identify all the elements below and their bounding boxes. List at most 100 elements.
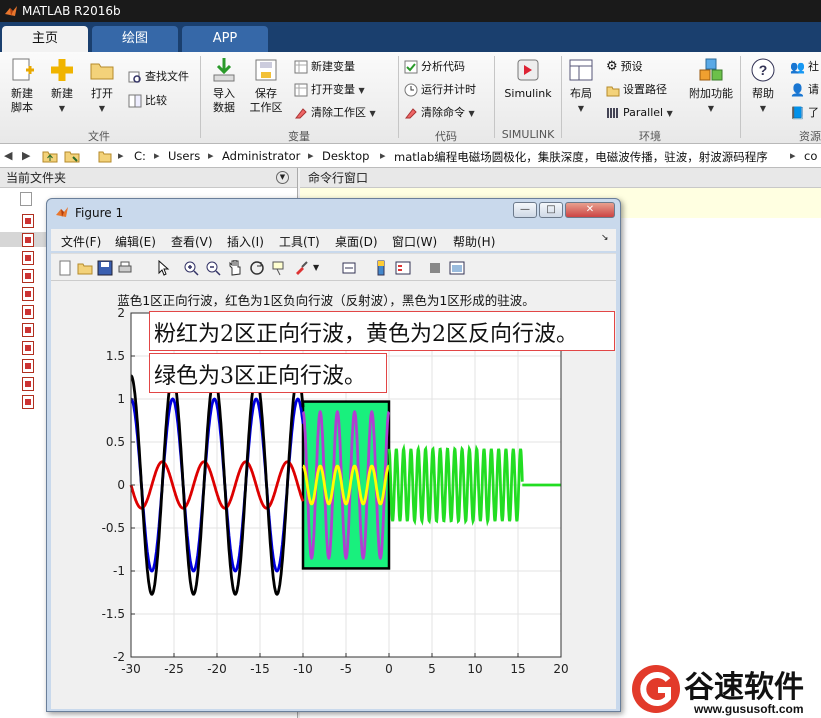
simulink-label: Simulink xyxy=(504,87,552,100)
new-variable-button[interactable]: 新建变量 xyxy=(294,58,355,76)
open-file-icon[interactable] xyxy=(77,260,93,276)
m-file-icon[interactable] xyxy=(22,341,34,355)
save-icon[interactable] xyxy=(97,260,113,276)
forward-arrow-icon[interactable]: ▶ xyxy=(22,149,30,162)
set-path-button[interactable]: 设置路径 xyxy=(606,81,667,99)
figure-menubar: 文件(F) 编辑(E) 查看(V) 插入(I) 工具(T) 桌面(D) 窗口(W… xyxy=(51,229,616,251)
menu-tools[interactable]: 工具(T) xyxy=(279,233,320,250)
clear-workspace-icon xyxy=(294,108,307,119)
m-file-icon[interactable] xyxy=(22,359,34,373)
current-folder-header: 当前文件夹 ▼ xyxy=(0,168,297,188)
m-file-icon[interactable] xyxy=(22,269,34,283)
import-data-button[interactable]: 导入 数据 xyxy=(204,56,244,115)
zoom-in-icon[interactable] xyxy=(183,260,199,276)
run-and-time-button[interactable]: 运行并计时 xyxy=(404,81,476,99)
back-arrow-icon[interactable]: ◀ xyxy=(4,149,12,162)
tab-plots[interactable]: 绘图 xyxy=(92,26,178,52)
save-workspace-button[interactable]: 保存 工作区 xyxy=(246,56,286,115)
browse-folder-icon[interactable] xyxy=(64,148,80,164)
m-file-icon[interactable] xyxy=(22,377,34,391)
annotation-box-2[interactable]: 绿色为3区正向行波。 xyxy=(149,353,387,393)
open-button[interactable]: 打开 ▼ xyxy=(84,56,120,116)
panel-menu-icon[interactable]: ▼ xyxy=(276,171,289,184)
m-file-icon[interactable] xyxy=(22,395,34,409)
m-file-icon[interactable] xyxy=(22,214,34,228)
parallel-button[interactable]: Parallel ▼ xyxy=(606,104,673,122)
close-button[interactable]: ✕ xyxy=(565,202,615,218)
chevron-down-icon[interactable]: ▼ xyxy=(313,260,329,276)
group-label-file: 文件 xyxy=(88,130,110,143)
figure-canvas[interactable]: -30 -25 -20 -15 -10 -5 0 5 10 15 20 -2 -1.5 -1 -0.5 0 0.… xyxy=(51,281,616,709)
m-file-icon[interactable] xyxy=(22,323,34,337)
analyze-code-button[interactable]: 分析代码 xyxy=(404,58,465,76)
menu-desktop[interactable]: 桌面(D) xyxy=(335,233,378,250)
y-tick-label: -2 xyxy=(113,650,125,664)
link-icon[interactable] xyxy=(341,260,357,276)
addons-button[interactable]: 附加功能 ▼ xyxy=(686,56,736,116)
chevron-down-icon: ▼ xyxy=(358,86,365,95)
current-folder-title: 当前文件夹 xyxy=(6,171,67,185)
open-variable-button[interactable]: 打开变量 ▼ xyxy=(294,81,365,99)
addons-cubes-icon xyxy=(699,58,723,81)
tab-home[interactable]: 主页 xyxy=(2,26,88,52)
path-segment[interactable]: C: xyxy=(134,149,146,163)
pan-icon[interactable] xyxy=(227,260,243,276)
layout-button[interactable]: 布局 ▼ xyxy=(564,56,598,116)
maximize-button[interactable]: □ xyxy=(539,202,563,218)
chevron-down-icon: ▼ xyxy=(58,104,66,113)
rotate-icon[interactable] xyxy=(249,260,265,276)
figure-window[interactable]: Figure 1 — □ ✕ 文件(F) 编辑(E) 查看(V) 插入(I) 工… xyxy=(46,198,621,712)
minimize-button[interactable]: — xyxy=(513,202,537,218)
menu-window[interactable]: 窗口(W) xyxy=(392,233,437,250)
x-tick-label: 15 xyxy=(510,662,525,676)
menu-insert[interactable]: 插入(I) xyxy=(227,233,264,250)
clear-workspace-button[interactable]: 清除工作区 ▼ xyxy=(294,104,376,122)
clear-commands-button[interactable]: 清除命令 ▼ xyxy=(404,104,475,122)
menu-help[interactable]: 帮助(H) xyxy=(453,233,495,250)
path-segment[interactable]: Administrator xyxy=(222,149,300,163)
new-script-button[interactable]: 新建 脚本 xyxy=(4,56,40,115)
parent-folder-icon[interactable] xyxy=(20,192,32,206)
menu-file[interactable]: 文件(F) xyxy=(61,233,101,250)
dock-arrow-icon[interactable]: ↘ xyxy=(601,233,609,243)
new-script-label-2: 脚本 xyxy=(11,101,33,114)
path-segment[interactable]: matlab编程电磁场圆极化，集肤深度，电磁波传播，驻波，射波源码程序 xyxy=(394,149,768,165)
m-file-icon[interactable] xyxy=(22,305,34,319)
data-cursor-icon[interactable] xyxy=(271,260,287,276)
dock-icon[interactable] xyxy=(449,260,465,276)
support-icon: 👤 xyxy=(790,83,805,97)
brush-icon[interactable] xyxy=(293,260,309,276)
learn-matlab-button[interactable]: 📘 了 xyxy=(790,104,819,122)
simulink-button[interactable]: Simulink xyxy=(500,56,556,101)
print-icon[interactable] xyxy=(117,260,133,276)
menu-edit[interactable]: 编辑(E) xyxy=(115,233,156,250)
book-icon: 📘 xyxy=(790,106,805,120)
colorbar-icon[interactable] xyxy=(373,260,389,276)
m-file-icon[interactable] xyxy=(22,251,34,265)
find-files-button[interactable]: 查找文件 xyxy=(128,68,189,86)
layout-label: 布局 xyxy=(570,87,592,100)
m-file-icon[interactable] xyxy=(22,233,34,247)
path-segment[interactable]: co xyxy=(804,149,817,163)
menu-view[interactable]: 查看(V) xyxy=(171,233,213,250)
up-folder-icon[interactable] xyxy=(42,148,58,164)
chevron-down-icon: ▼ xyxy=(369,109,376,118)
zoom-out-icon[interactable] xyxy=(205,260,221,276)
m-file-icon[interactable] xyxy=(22,287,34,301)
community-button[interactable]: 👥 社 xyxy=(790,58,819,76)
new-script-icon xyxy=(12,58,34,81)
path-segment[interactable]: Users xyxy=(168,149,200,163)
new-button[interactable]: 新建 ▼ xyxy=(44,56,80,116)
tab-apps[interactable]: APP xyxy=(182,26,268,52)
address-bar: ◀ ▶ ▸ C: ▸ Users ▸ Administrator ▸ Deskt… xyxy=(0,144,821,168)
compare-button[interactable]: 比较 xyxy=(128,92,167,110)
new-figure-icon[interactable] xyxy=(57,260,73,276)
annotation-box-1[interactable]: 粉红为2区正向行波，黄色为2区反向行波。 xyxy=(149,311,615,351)
help-button[interactable]: ? 帮助 ▼ xyxy=(746,56,780,116)
preferences-button[interactable]: ⚙ 预设 xyxy=(606,58,643,76)
legend-icon[interactable] xyxy=(395,260,411,276)
hide-tools-icon[interactable] xyxy=(427,260,443,276)
request-support-button[interactable]: 👤 请 xyxy=(790,81,819,99)
path-segment[interactable]: Desktop xyxy=(322,149,369,163)
pointer-icon[interactable] xyxy=(155,260,171,276)
